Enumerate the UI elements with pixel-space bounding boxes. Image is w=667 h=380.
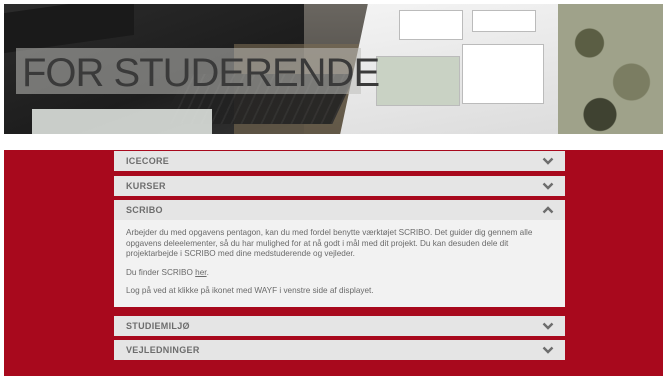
- scribo-login-instructions: Log på ved at klikke på ikonet med WAYF …: [126, 286, 374, 296]
- accordion-label: SCRIBO: [126, 205, 163, 215]
- accordion-header-icecore[interactable]: ICECORE: [114, 151, 565, 171]
- accordion-item-scribo: SCRIBO Arbejder du med opgavens pentagon…: [114, 200, 565, 307]
- accordion-header-scribo[interactable]: SCRIBO: [114, 200, 565, 220]
- accordion-label: VEJLEDNINGER: [126, 345, 200, 355]
- chevron-down-icon: [542, 182, 554, 190]
- chevron-up-icon: [542, 206, 554, 214]
- accordion-label: ICECORE: [126, 156, 170, 166]
- scribo-link[interactable]: her: [195, 268, 206, 277]
- page-title: FOR STUDERENDE: [22, 51, 380, 95]
- chevron-down-icon: [542, 346, 554, 354]
- accordion-label: STUDIEMILJØ: [126, 321, 190, 331]
- hero-camo-image: [558, 4, 663, 134]
- accordion-item-icecore: ICECORE: [114, 151, 565, 171]
- chevron-down-icon: [542, 322, 554, 330]
- accordion-item-studiemiljo: STUDIEMILJØ: [114, 316, 565, 336]
- accordion-item-vejledninger: VEJLEDNINGER: [114, 340, 565, 360]
- accordion-header-vejledninger[interactable]: VEJLEDNINGER: [114, 340, 565, 360]
- page: FOR STUDERENDE ICECORE KURSER SCRIBO Arb…: [0, 0, 667, 380]
- scribo-description: Arbejder du med opgavens pentagon, kan d…: [126, 228, 533, 259]
- accordion-header-studiemiljo[interactable]: STUDIEMILJØ: [114, 316, 565, 336]
- accordion-header-kurser[interactable]: KURSER: [114, 176, 565, 196]
- chevron-down-icon: [542, 157, 554, 165]
- accordion-item-kurser: KURSER: [114, 176, 565, 196]
- hero-title-box: FOR STUDERENDE: [16, 48, 380, 95]
- scribo-link-paragraph: Du finder SCRIBO her.: [126, 267, 209, 277]
- hero-banner: FOR STUDERENDE: [4, 4, 663, 134]
- accordion-body-scribo: Arbejder du med opgavens pentagon, kan d…: [114, 220, 565, 307]
- accordion-label: KURSER: [126, 181, 166, 191]
